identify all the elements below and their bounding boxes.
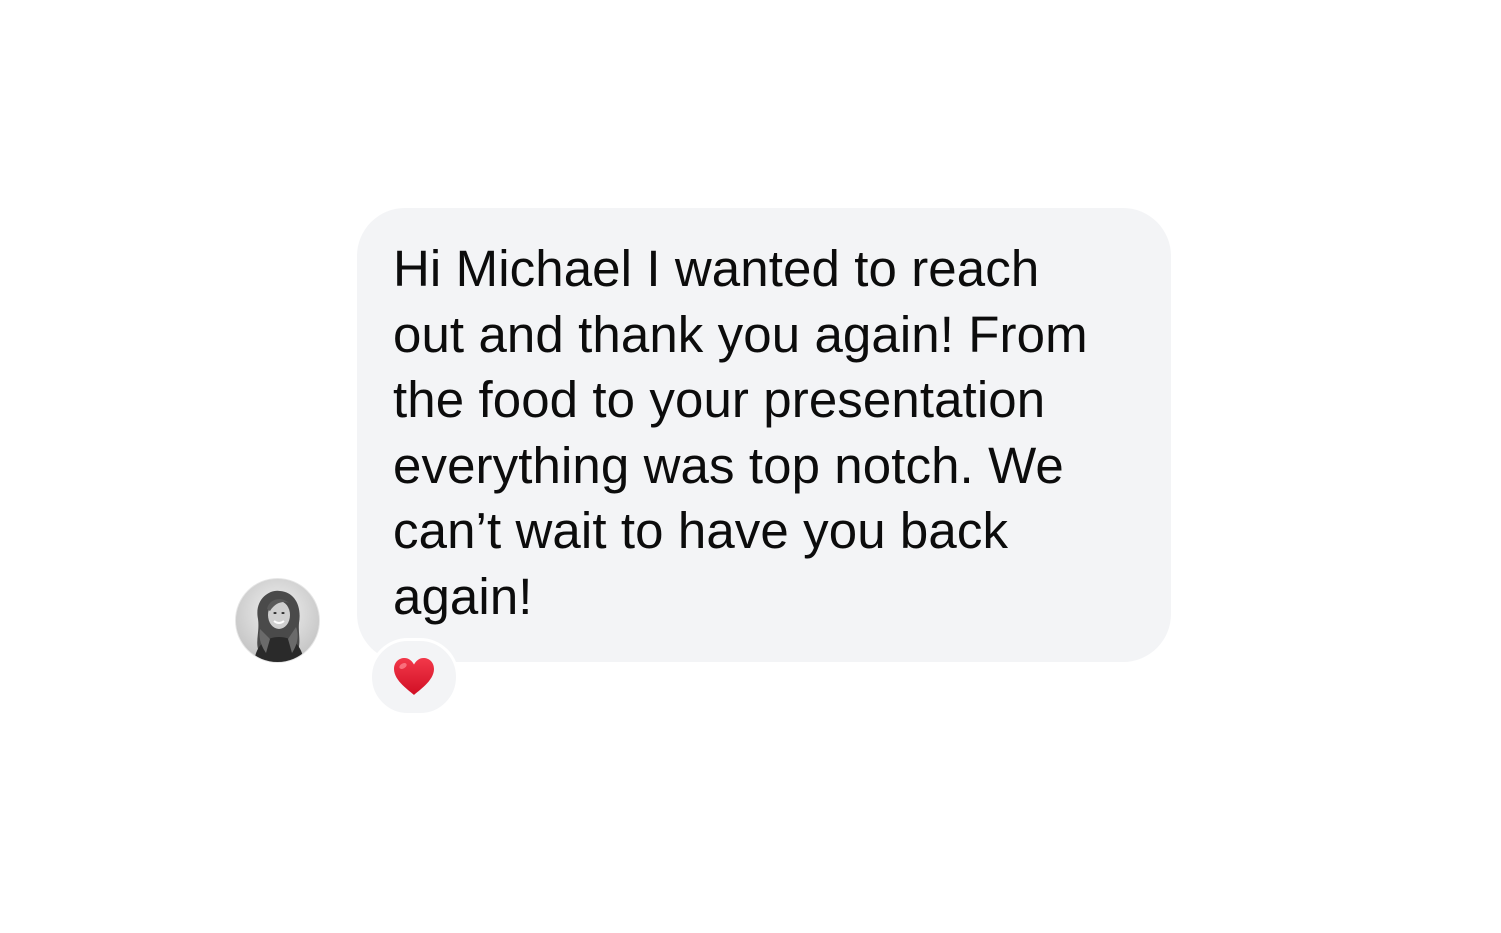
message-text: Hi Michael I wanted to reach out and tha… <box>393 240 1088 625</box>
avatar[interactable] <box>236 579 319 662</box>
reaction-badge[interactable] <box>369 638 459 716</box>
message-bubble[interactable]: Hi Michael I wanted to reach out and tha… <box>357 208 1171 662</box>
red-heart-icon <box>394 658 434 695</box>
person-photo-avatar-icon <box>236 579 319 662</box>
